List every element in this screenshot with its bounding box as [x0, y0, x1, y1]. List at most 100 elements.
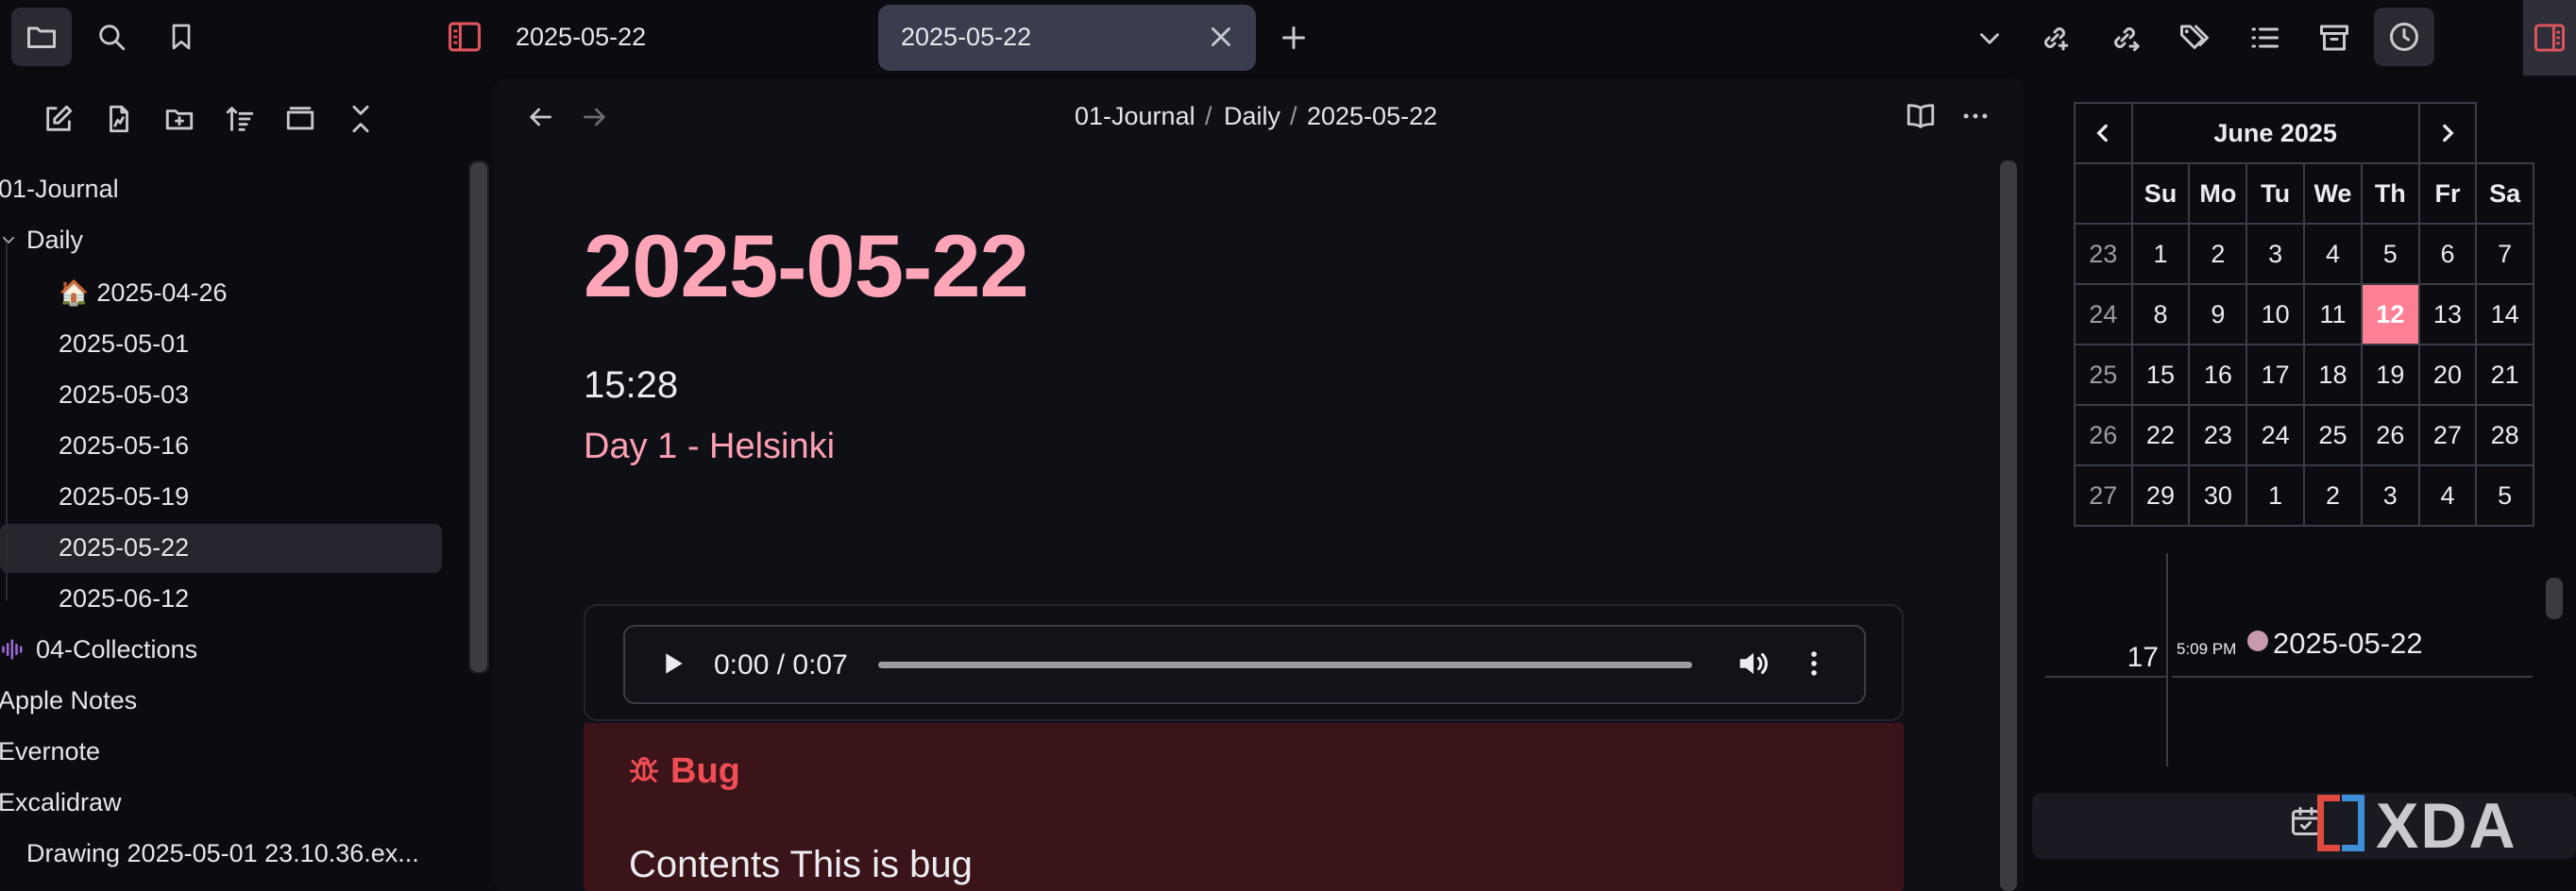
files-button[interactable] — [11, 8, 72, 66]
calendar-day[interactable]: 10 — [2246, 283, 2305, 345]
calendar-day[interactable]: 18 — [2302, 344, 2363, 406]
calendar-day[interactable]: 12 — [2360, 283, 2420, 345]
house-emoji-icon: 🏠 — [59, 277, 90, 307]
calendar-day[interactable]: 8 — [2130, 283, 2191, 345]
tree-file[interactable]: 2025-06-12 — [59, 574, 189, 623]
calendar-day[interactable]: 4 — [2417, 464, 2478, 527]
new-note-button[interactable] — [38, 98, 79, 140]
reading-view-button[interactable] — [1904, 100, 1938, 132]
breadcrumb-daily[interactable]: Daily — [1224, 102, 1280, 131]
backlinks-button[interactable] — [2038, 21, 2072, 55]
toggle-left-sidebar-button[interactable] — [434, 8, 495, 66]
calendar-month[interactable]: June 2025 — [2130, 102, 2420, 164]
tab-list-dropdown[interactable] — [1974, 23, 2006, 55]
calendar-day[interactable]: 24 — [2246, 404, 2305, 466]
calendar-day[interactable]: 5 — [2475, 464, 2534, 527]
editor-scrollbar-thumb[interactable] — [2000, 160, 2017, 891]
week-number[interactable]: 23 — [2074, 223, 2133, 285]
new-drawing-button[interactable] — [98, 98, 140, 140]
calendar-day[interactable]: 2 — [2302, 464, 2363, 527]
tab-first[interactable]: 2025-05-22 — [516, 23, 646, 52]
archive-button[interactable] — [2317, 21, 2351, 55]
tree-folder[interactable]: Apple Notes — [0, 676, 137, 725]
toggle-right-sidebar-button[interactable] — [2523, 0, 2576, 76]
volume-button[interactable] — [1736, 646, 1771, 681]
calendar-day[interactable]: 13 — [2417, 283, 2478, 345]
calendar-day[interactable]: 28 — [2475, 404, 2534, 466]
calendar-day[interactable]: 14 — [2475, 283, 2534, 345]
calendar-day[interactable]: 3 — [2360, 464, 2420, 527]
tree-folder[interactable]: Evernote — [0, 727, 100, 776]
close-tab-button[interactable] — [1205, 21, 1237, 53]
breadcrumb-current[interactable]: 2025-05-22 — [1307, 102, 1437, 131]
tree-folder-collections[interactable]: 04-Collections — [0, 625, 197, 674]
play-button[interactable] — [657, 647, 687, 680]
bookmarks-button[interactable] — [151, 8, 212, 66]
tree-folder[interactable]: Excalidraw — [0, 778, 122, 827]
nav-back-button[interactable] — [525, 102, 555, 132]
tab-active-label[interactable]: 2025-05-22 — [901, 23, 1031, 52]
calendar-day[interactable]: 16 — [2188, 344, 2248, 406]
calendar-day[interactable]: 1 — [2246, 464, 2305, 527]
note-title[interactable]: 2025-05-22 — [584, 215, 1029, 317]
calendar-day[interactable]: 23 — [2188, 404, 2248, 466]
outline-button[interactable] — [2247, 21, 2281, 55]
collapse-all-button[interactable] — [340, 98, 381, 140]
week-number[interactable]: 27 — [2074, 464, 2133, 527]
breadcrumb-journal[interactable]: 01-Journal — [1075, 102, 1195, 131]
tree-file[interactable]: Drawing 2025-05-01 23.10.36.ex... — [26, 829, 419, 878]
week-number[interactable]: 24 — [2074, 283, 2133, 345]
week-number[interactable]: 25 — [2074, 344, 2133, 406]
tree-file[interactable]: 2025-05-03 — [59, 370, 189, 419]
tree-file[interactable]: 2025-05-01 — [59, 319, 189, 368]
arrow-right-icon — [584, 108, 605, 126]
note-subtitle[interactable]: Day 1 - Helsinki — [584, 427, 835, 467]
calendar-day[interactable]: 22 — [2130, 404, 2191, 466]
timeline-note-link[interactable]: 2025-05-22 — [2273, 627, 2423, 661]
new-folder-button[interactable] — [159, 98, 200, 140]
calendar-day[interactable]: 11 — [2302, 283, 2363, 345]
right-sidebar-scrollbar-thumb[interactable] — [2546, 578, 2563, 619]
calendar-day[interactable]: 30 — [2188, 464, 2248, 527]
calendar-day[interactable]: 7 — [2475, 223, 2534, 285]
sort-button[interactable] — [219, 98, 261, 140]
prev-month-button[interactable] — [2074, 102, 2133, 164]
callout-body[interactable]: Contents This is bug — [629, 844, 973, 886]
new-tab-button[interactable] — [1277, 21, 1311, 55]
tree-file[interactable]: 2025-05-16 — [59, 421, 189, 470]
more-options-button[interactable] — [1958, 100, 1992, 132]
audio-progress-bar[interactable] — [878, 662, 1692, 668]
calendar-day[interactable]: 19 — [2360, 344, 2420, 406]
nav-forward-button[interactable] — [580, 102, 610, 132]
calendar-day[interactable]: 5 — [2360, 223, 2420, 285]
tree-folder-journal[interactable]: 01-Journal — [0, 164, 119, 213]
calendar-day[interactable]: 17 — [2246, 344, 2305, 406]
calendar-day[interactable]: 2 — [2188, 223, 2248, 285]
recent-button[interactable] — [2374, 8, 2434, 66]
week-number[interactable]: 26 — [2074, 404, 2133, 466]
calendar-day[interactable]: 1 — [2130, 223, 2191, 285]
auto-reveal-button[interactable] — [280, 98, 321, 140]
calendar-day[interactable]: 6 — [2417, 223, 2478, 285]
calendar-day[interactable]: 15 — [2130, 344, 2191, 406]
tree-file[interactable]: 2025-05-19 — [59, 472, 189, 521]
calendar-day[interactable]: 3 — [2246, 223, 2305, 285]
tree-folder-daily[interactable]: Daily — [0, 215, 83, 264]
tree-file-2025-04-26[interactable]: 🏠 2025-04-26 — [59, 268, 228, 317]
calendar-day[interactable]: 21 — [2475, 344, 2534, 406]
calendar-day[interactable]: 9 — [2188, 283, 2248, 345]
next-month-button[interactable] — [2417, 102, 2478, 164]
tree-file-active[interactable]: 2025-05-22 — [59, 523, 189, 572]
search-button[interactable] — [81, 8, 142, 66]
tags-button[interactable] — [2178, 21, 2212, 55]
calendar-day[interactable]: 4 — [2302, 223, 2363, 285]
calendar-day[interactable]: 20 — [2417, 344, 2478, 406]
sidebar-scrollbar-thumb[interactable] — [470, 162, 487, 672]
calendar-day[interactable]: 25 — [2302, 404, 2363, 466]
note-time[interactable]: 15:28 — [584, 364, 678, 407]
calendar-day[interactable]: 27 — [2417, 404, 2478, 466]
calendar-day[interactable]: 26 — [2360, 404, 2420, 466]
outgoing-links-button[interactable] — [2108, 21, 2142, 55]
calendar-day[interactable]: 29 — [2130, 464, 2191, 527]
audio-more-button[interactable] — [1798, 647, 1830, 680]
